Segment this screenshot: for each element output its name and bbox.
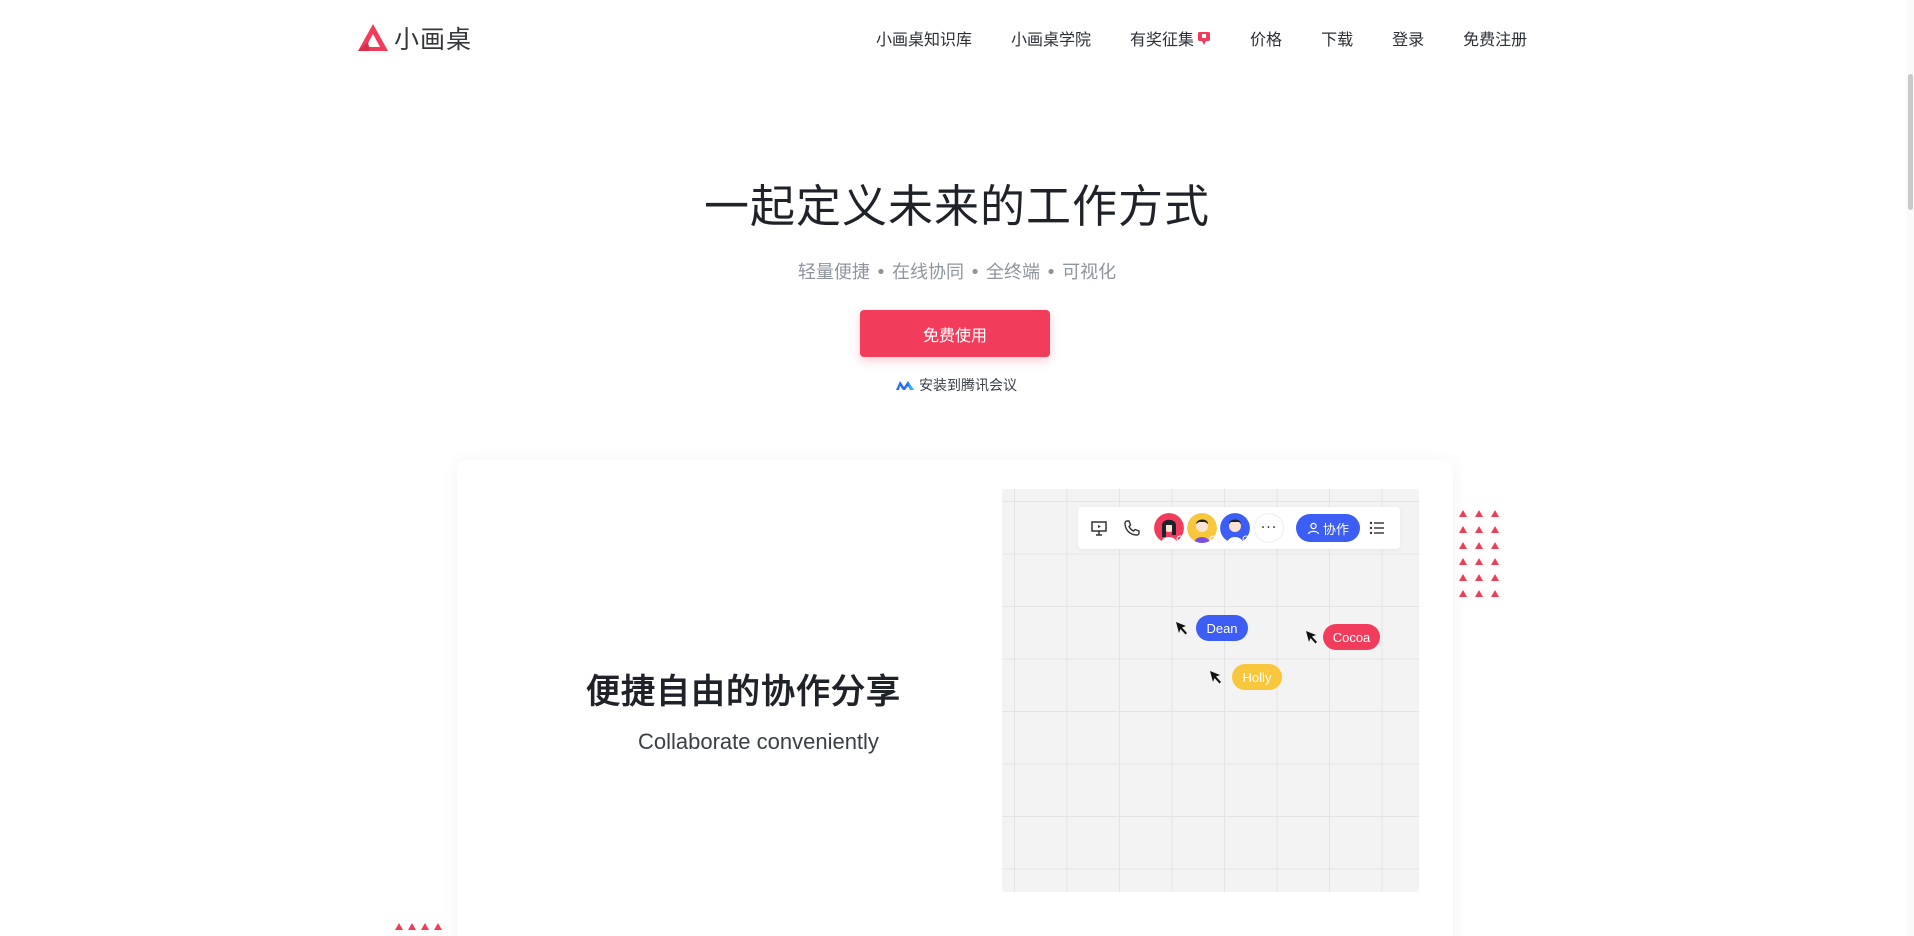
user-avatar-3[interactable]	[1220, 513, 1250, 543]
top-nav: 小画桌知识库 小画桌学院 有奖征集 价格 下载 登录 免费注册	[876, 26, 1527, 50]
free-use-button[interactable]: 免费使用	[860, 310, 1050, 357]
decorative-triangle	[1491, 558, 1499, 565]
cursor-arrow-icon	[1210, 671, 1221, 684]
nav-pricing[interactable]: 价格	[1250, 26, 1282, 50]
hero-title: 一起定义未来的工作方式	[703, 180, 1210, 233]
nav-label: 小画桌知识库	[876, 30, 973, 49]
decorative-triangle	[408, 923, 416, 930]
cursor-arrow-icon	[1306, 631, 1317, 644]
decorative-triangle	[1475, 510, 1483, 517]
more-users-button[interactable]: ···	[1254, 513, 1284, 543]
nav-label: 价格	[1250, 30, 1283, 49]
page-scrollbar[interactable]	[1906, 0, 1914, 936]
collab-toolbar: ··· 协作	[1078, 507, 1400, 549]
collaborate-label: 协作	[1322, 522, 1349, 538]
logo-text: 小画桌	[394, 25, 473, 54]
decorative-triangle	[1491, 510, 1499, 517]
collaborate-button[interactable]: 协作	[1296, 514, 1360, 542]
decorative-triangle	[1459, 526, 1467, 533]
install-label: 安装到腾讯会议	[919, 378, 1017, 394]
tencent-meeting-icon	[896, 381, 914, 390]
decorative-triangle	[1475, 542, 1483, 549]
decorative-triangle	[1459, 558, 1467, 565]
nav-label: 下载	[1321, 30, 1354, 49]
decorative-triangle	[421, 923, 429, 930]
decorative-triangle	[1491, 526, 1499, 533]
decorative-triangle	[1475, 590, 1483, 597]
decorative-triangle	[1459, 574, 1467, 581]
presentation-icon[interactable]	[1090, 519, 1108, 537]
logo[interactable]: 小画桌	[356, 20, 472, 56]
user-icon	[1307, 522, 1320, 534]
decorative-triangle	[1491, 542, 1499, 549]
feature-subtitle: Collaborate conveniently	[638, 729, 879, 754]
nav-register[interactable]: 免费注册	[1463, 26, 1527, 50]
decorative-triangle	[1491, 574, 1499, 581]
nav-label: 登录	[1392, 30, 1425, 49]
nav-label: 有奖征集	[1130, 30, 1195, 49]
decorative-triangles-left	[395, 923, 447, 930]
decorative-triangles-right	[1459, 510, 1507, 597]
decorative-triangle	[1491, 590, 1499, 597]
nav-label: 免费注册	[1463, 30, 1528, 49]
feature-title: 便捷自由的协作分享	[586, 672, 901, 712]
hero-subtitle: 轻量便捷 • 在线协同 • 全终端 • 可视化	[797, 262, 1117, 283]
user-avatar-2[interactable]	[1187, 513, 1217, 543]
decorative-triangle	[395, 923, 403, 930]
user-avatar-1[interactable]	[1154, 513, 1184, 543]
list-icon[interactable]	[1368, 519, 1386, 537]
install-tencent-meeting-link[interactable]: 安装到腾讯会议	[895, 375, 1017, 395]
cursor-tag-cocoa: Cocoa	[1323, 624, 1380, 650]
nav-prize-contest[interactable]: 有奖征集	[1130, 26, 1211, 50]
nav-login[interactable]: 登录	[1392, 26, 1424, 50]
decorative-triangle	[1459, 510, 1467, 517]
prize-tag-icon	[1198, 31, 1211, 45]
decorative-triangle	[1459, 542, 1467, 549]
cursor-arrow-icon	[1176, 622, 1187, 635]
decorative-triangle	[434, 923, 442, 930]
logo-icon	[358, 24, 388, 51]
decorative-triangle	[1475, 558, 1483, 565]
nav-label: 小画桌学院	[1011, 30, 1092, 49]
phone-icon[interactable]	[1123, 519, 1141, 537]
decorative-triangle	[1475, 526, 1483, 533]
nav-academy[interactable]: 小画桌学院	[1011, 26, 1091, 50]
whiteboard-canvas[interactable]	[1002, 489, 1419, 892]
nav-knowledge-base[interactable]: 小画桌知识库	[876, 26, 972, 50]
cursor-tag-dean: Dean	[1196, 615, 1248, 641]
cursor-tag-holly: Holly	[1232, 664, 1282, 690]
decorative-triangle	[1459, 590, 1467, 597]
decorative-triangle	[1475, 574, 1483, 581]
nav-download[interactable]: 下载	[1321, 26, 1353, 50]
